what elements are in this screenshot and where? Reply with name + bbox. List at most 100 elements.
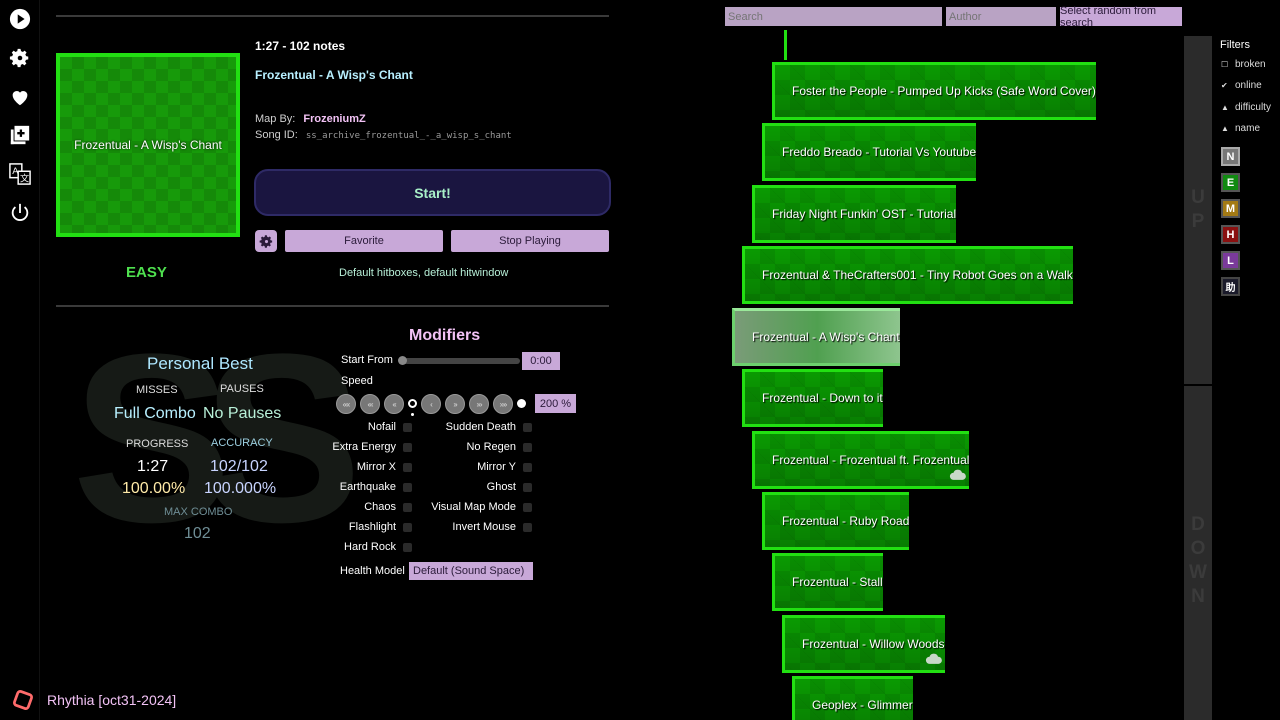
speed-max-dot[interactable] — [517, 399, 526, 408]
sort-difficulty[interactable]: ▲ difficulty — [1221, 102, 1271, 113]
extra-energy-checkbox[interactable] — [403, 443, 412, 452]
speed-faster-2-button[interactable]: ››› — [469, 394, 489, 414]
earthquake-checkbox[interactable] — [403, 483, 412, 492]
difficulty-label: EASY — [126, 264, 167, 281]
sort-name[interactable]: ▲ name — [1221, 123, 1260, 134]
speed-slower-1-button[interactable]: ‹ — [421, 394, 441, 414]
health-model-select[interactable]: Default (Sound Space) — [409, 562, 533, 580]
song-list-item[interactable]: Frozentual - Down to it — [742, 369, 883, 427]
speed-label: Speed — [341, 375, 373, 387]
song-list-item-label: Frozentual - A Wisp's Chant — [752, 330, 900, 344]
scroll-down-label: D O W N — [1184, 513, 1212, 609]
sudden-death-checkbox[interactable] — [523, 423, 532, 432]
invert-mouse-checkbox[interactable] — [523, 523, 532, 532]
song-list-item-label: Foster the People - Pumped Up Kicks (Saf… — [792, 84, 1096, 98]
song-list-item[interactable]: Frozentual - Willow Woods — [782, 615, 945, 673]
hitbox-info: Default hitboxes, default hitwindow — [339, 267, 509, 279]
song-list-item[interactable]: Friday Night Funkin' OST - Tutorial — [752, 185, 957, 243]
rhythia-logo-icon — [13, 690, 33, 710]
max-combo-value: 102 — [184, 525, 211, 542]
song-list-item[interactable]: Freddo Breado - Tutorial Vs Youtube — [762, 123, 977, 181]
author-input[interactable] — [946, 7, 1056, 26]
difficulty-filter-n[interactable]: N — [1221, 147, 1240, 166]
chaos-label: Chaos — [364, 501, 396, 513]
checkbox-icon: ☐ — [1221, 60, 1229, 69]
nofail-checkbox[interactable] — [403, 423, 412, 432]
start-from-label: Start From — [341, 354, 393, 366]
heart-icon[interactable] — [7, 84, 33, 110]
mirror-x-checkbox[interactable] — [403, 463, 412, 472]
slider-handle[interactable] — [398, 356, 407, 365]
scroll-letter: D — [1191, 514, 1205, 535]
speed-current-dot[interactable] — [408, 399, 417, 408]
difficulty-filter-h[interactable]: H — [1221, 225, 1240, 244]
progress-time: 1:27 — [137, 458, 169, 475]
song-list-item[interactable]: Frozentual - Frozentual ft. Frozentual — [752, 431, 970, 489]
extra-energy-label: Extra Energy — [332, 441, 396, 453]
start-button[interactable]: Start! — [254, 169, 611, 216]
power-icon[interactable] — [7, 200, 33, 226]
song-id: ss_archive_frozentual_-_a_wisp_s_chant — [305, 131, 512, 141]
difficulty-filter-e[interactable]: E — [1221, 173, 1240, 192]
sidebar-rail: A文 — [0, 0, 40, 720]
song-list: Foster the People - Pumped Up Kicks (Saf… — [700, 30, 1183, 720]
visual-map-mode-checkbox[interactable] — [523, 503, 532, 512]
random-song-button[interactable]: Select random from search — [1060, 5, 1182, 29]
ghost-checkbox[interactable] — [523, 483, 532, 492]
flashlight-checkbox[interactable] — [403, 523, 412, 532]
difficulty-filter-l[interactable]: L — [1221, 251, 1240, 270]
start-from-value[interactable]: 0:00 — [522, 352, 560, 370]
speed-slower-3-button[interactable]: ‹‹‹ — [360, 394, 380, 414]
stop-playing-button[interactable]: Stop Playing — [451, 230, 609, 252]
earthquake-label: Earthquake — [339, 481, 396, 493]
song-list-item-label: Frozentual - Stall — [792, 575, 883, 589]
difficulty-filter-m[interactable]: M — [1221, 199, 1240, 218]
song-id-label: Song ID: — [255, 129, 298, 141]
song-list-item[interactable]: Frozentual & TheCrafters001 - Tiny Robot… — [742, 246, 1073, 304]
mapper-name: FrozeniumZ — [303, 113, 366, 125]
hard-rock-label: Hard Rock — [344, 541, 396, 553]
favorite-button[interactable]: Favorite — [285, 230, 443, 252]
gear-icon — [259, 234, 272, 248]
scroll-letter: O — [1190, 538, 1206, 559]
health-model-label: Health Model — [340, 565, 405, 577]
mirror-y-checkbox[interactable] — [523, 463, 532, 472]
sudden-death-label: Sudden Death — [445, 421, 516, 433]
filter-online[interactable]: ✔ online — [1221, 80, 1262, 91]
song-list-item[interactable]: Frozentual - Stall — [772, 553, 883, 611]
speed-faster-3-button[interactable]: ›››› — [493, 394, 513, 414]
song-length-notes: 1:27 - 102 notes — [255, 39, 346, 53]
mirror-x-label: Mirror X — [356, 461, 396, 473]
song-list-item-label: Frozentual - Willow Woods — [802, 637, 945, 651]
misses-value: Full Combo — [114, 405, 196, 422]
speed-faster-1-button[interactable]: ›› — [445, 394, 465, 414]
play-icon[interactable] — [7, 6, 33, 32]
map-by-label: Map By: — [255, 113, 296, 125]
hard-rock-checkbox[interactable] — [403, 543, 412, 552]
speed-slower-4-button[interactable]: ‹‹‹‹ — [336, 394, 356, 414]
scroll-letter: N — [1191, 586, 1205, 607]
start-from-slider[interactable] — [400, 358, 520, 364]
accuracy-percent: 100.000% — [204, 480, 277, 497]
modifiers-title: Modifiers — [409, 327, 481, 344]
song-list-item[interactable]: Foster the People - Pumped Up Kicks (Saf… — [772, 62, 1096, 120]
no-regen-label: No Regen — [466, 441, 516, 453]
song-list-item-selected[interactable]: Frozentual - A Wisp's Chant — [732, 308, 900, 366]
gear-icon[interactable] — [7, 45, 33, 71]
song-settings-button[interactable] — [255, 230, 277, 252]
translate-icon[interactable]: A文 — [7, 161, 33, 187]
song-list-item[interactable]: Frozentual - Ruby Road — [762, 492, 910, 550]
filter-broken[interactable]: ☐ broken — [1221, 59, 1266, 70]
ghost-label: Ghost — [486, 481, 516, 493]
divider — [56, 15, 609, 17]
search-input[interactable] — [725, 7, 942, 26]
no-regen-checkbox[interactable] — [523, 443, 532, 452]
song-list-item[interactable]: Geoplex - Glimmer — [792, 676, 913, 720]
song-list-item[interactable] — [784, 30, 787, 60]
difficulty-filter-special[interactable]: 助 — [1221, 277, 1240, 296]
add-icon[interactable] — [7, 122, 33, 148]
speed-slower-2-button[interactable]: ‹‹ — [384, 394, 404, 414]
accuracy-label: ACCURACY — [211, 437, 273, 449]
speed-value[interactable]: 200 % — [535, 394, 576, 413]
song-list-item-label: Geoplex - Glimmer — [812, 698, 913, 712]
